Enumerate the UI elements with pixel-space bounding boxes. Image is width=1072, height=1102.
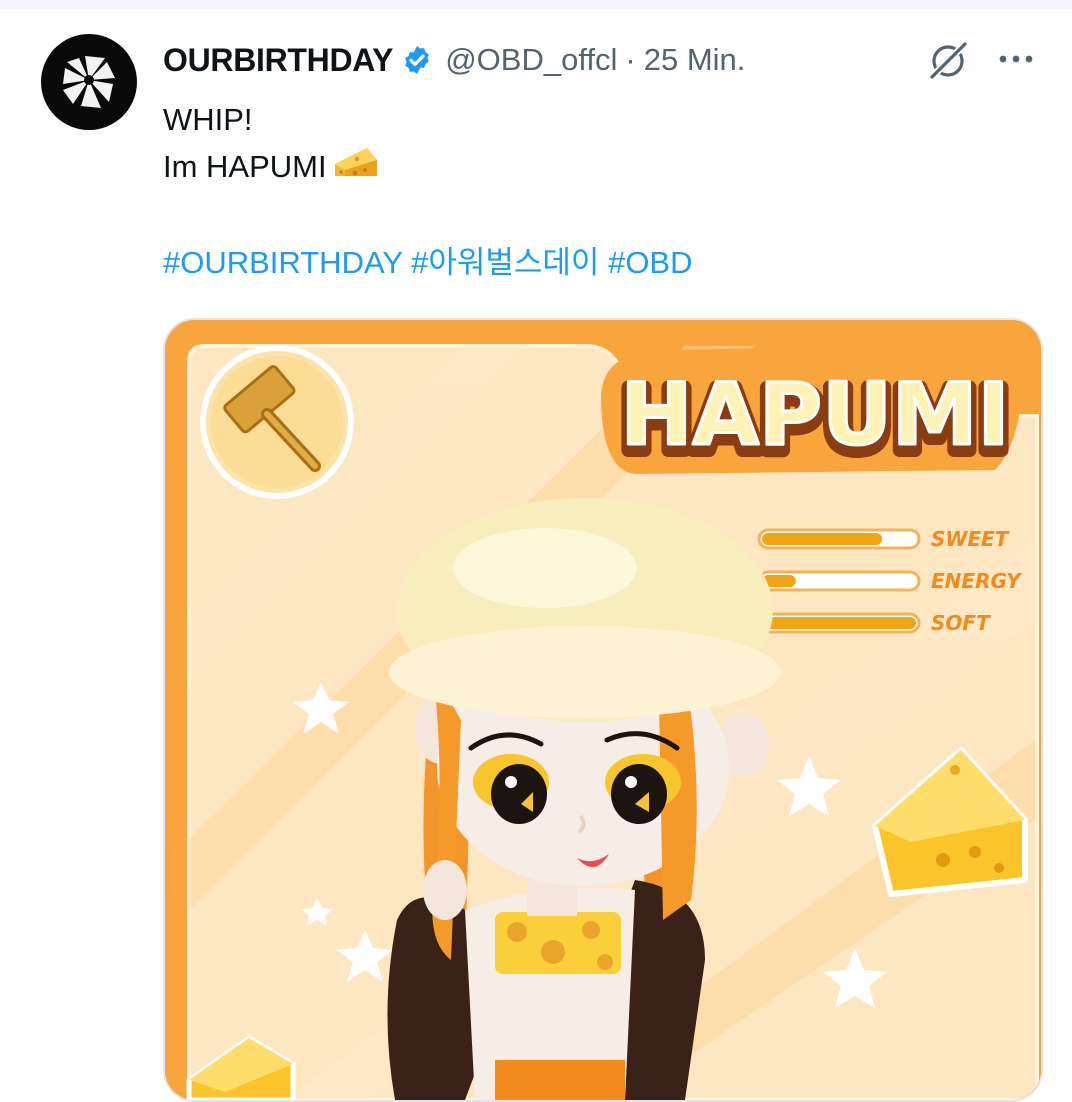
media-image[interactable]: HAPUMI HAPUMI SWEET ENERGY SOFT: [163, 318, 1043, 1102]
more-dots-icon[interactable]: [996, 42, 1036, 76]
timestamp[interactable]: 25 Min.: [644, 42, 746, 78]
hashtag-obd[interactable]: #OBD: [608, 245, 692, 280]
stat-label-soft: SOFT: [931, 611, 991, 635]
hashtag-korean[interactable]: #아워벌스데이: [411, 245, 599, 280]
top-divider-strip: [0, 0, 1072, 10]
tweet-text-line-2: Im HAPUMI: [163, 143, 379, 193]
hammer-icon: [200, 345, 354, 499]
stat-label-energy: ENERGY: [931, 569, 1023, 593]
tweet-text: WHIP! Im HAPUMI: [163, 96, 379, 193]
stat-bars: SWEET ENERGY SOFT: [757, 527, 1023, 635]
tweet-header: OURBIRTHDAY @OBD_offcl · 25 Min.: [163, 38, 745, 82]
obd-logo-icon: [63, 56, 115, 108]
separator-dot: ·: [625, 42, 636, 77]
grok-icon[interactable]: [926, 40, 970, 80]
stat-label-sweet: SWEET: [931, 527, 1010, 551]
display-name[interactable]: OURBIRTHDAY: [163, 42, 394, 79]
tweet-text-line-1: WHIP!: [163, 102, 253, 137]
verified-badge-icon[interactable]: [401, 44, 433, 76]
stat-fill-soft: [762, 617, 916, 629]
stat-fill-sweet: [762, 533, 883, 545]
cheese-emoji-icon: [333, 144, 379, 193]
hashtag-line: #OURBIRTHDAY #아워벌스데이 #OBD: [163, 241, 693, 285]
avatar[interactable]: [41, 34, 137, 130]
user-handle[interactable]: @OBD_offcl: [445, 42, 617, 78]
card-title: HAPUMI: [621, 365, 1010, 465]
hashtag-ourbirthday[interactable]: #OURBIRTHDAY: [163, 245, 402, 280]
character-card: HAPUMI HAPUMI SWEETENERGYSOFT: [165, 320, 1041, 1100]
tweet-text-line-2-label: Im HAPUMI: [163, 149, 327, 184]
